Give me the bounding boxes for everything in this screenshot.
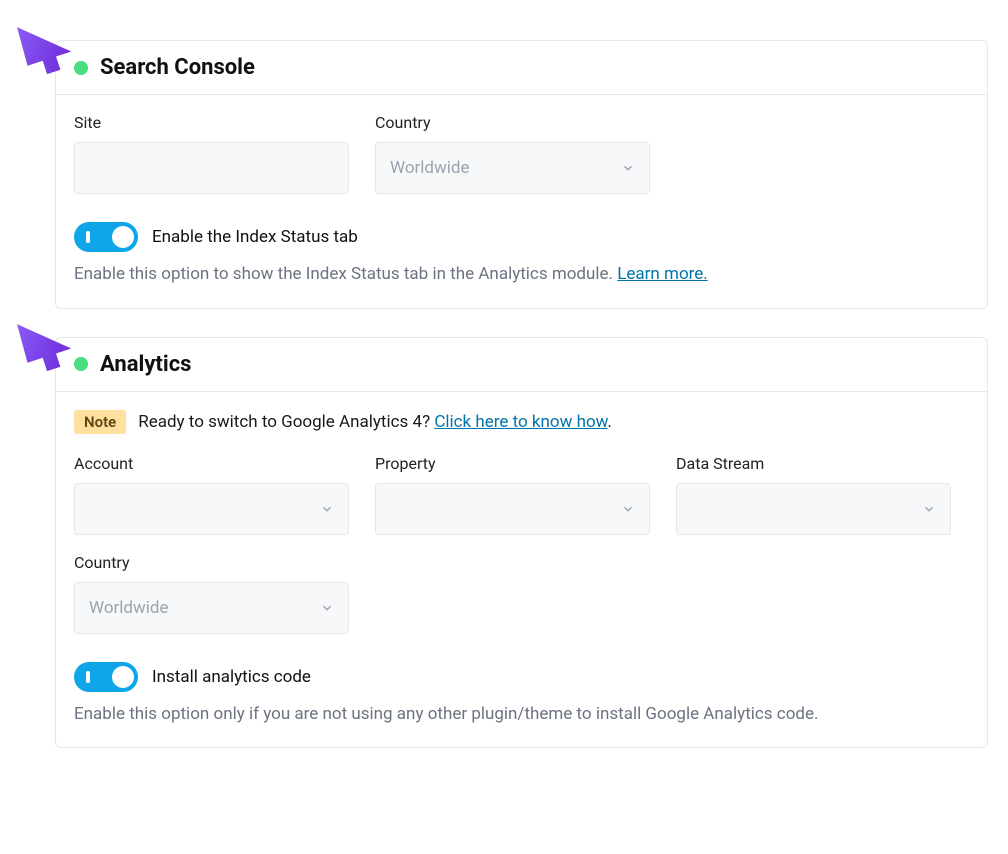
note-badge: Note	[74, 410, 126, 434]
data-stream-select[interactable]	[676, 483, 951, 535]
search-console-panel: Search Console Site Country Worldwide	[55, 40, 988, 309]
site-field-group: Site	[74, 113, 349, 194]
search-console-header: Search Console	[56, 41, 987, 95]
search-console-title: Search Console	[100, 55, 255, 80]
chevron-down-icon	[621, 502, 635, 516]
note-period: .	[607, 412, 611, 432]
analytics-body: Note Ready to switch to Google Analytics…	[56, 392, 987, 748]
data-stream-label: Data Stream	[676, 454, 951, 473]
chevron-down-icon	[621, 161, 635, 175]
chevron-down-icon	[320, 502, 334, 516]
install-code-help-text: Enable this option only if you are not u…	[74, 702, 969, 728]
property-field-group: Property	[375, 454, 650, 535]
chevron-down-icon	[320, 601, 334, 615]
an-country-field-group: Country Worldwide	[74, 553, 349, 634]
search-console-body: Site Country Worldwide Enable	[56, 95, 987, 308]
account-field-group: Account	[74, 454, 349, 535]
note-text-wrapper: Ready to switch to Google Analytics 4? C…	[138, 412, 612, 432]
index-status-toggle-label: Enable the Index Status tab	[152, 227, 358, 247]
site-select[interactable]	[74, 142, 349, 194]
index-status-help-text: Enable this option to show the Index Sta…	[74, 262, 969, 288]
analytics-header: Analytics	[56, 338, 987, 392]
index-status-help-prefix: Enable this option to show the Index Sta…	[74, 264, 617, 284]
index-status-toggle-row: Enable the Index Status tab	[74, 222, 969, 252]
an-country-select-value: Worldwide	[89, 598, 169, 618]
an-country-label: Country	[74, 553, 349, 572]
install-code-toggle-label: Install analytics code	[152, 667, 311, 687]
chevron-down-icon	[922, 502, 936, 516]
note-row: Note Ready to switch to Google Analytics…	[74, 410, 969, 434]
sc-country-select[interactable]: Worldwide	[375, 142, 650, 194]
account-label: Account	[74, 454, 349, 473]
learn-more-link[interactable]: Learn more.	[617, 264, 708, 284]
analytics-title: Analytics	[100, 352, 191, 377]
property-label: Property	[375, 454, 650, 473]
analytics-form-row-2: Country Worldwide	[74, 553, 969, 634]
status-dot-icon	[74, 61, 88, 75]
sc-country-label: Country	[375, 113, 650, 132]
index-status-toggle[interactable]	[74, 222, 138, 252]
note-text: Ready to switch to Google Analytics 4?	[138, 412, 434, 432]
install-code-toggle-row: Install analytics code	[74, 662, 969, 692]
install-code-toggle[interactable]	[74, 662, 138, 692]
analytics-panel: Analytics Note Ready to switch to Google…	[55, 337, 988, 749]
sc-country-select-value: Worldwide	[390, 158, 470, 178]
search-console-form-row: Site Country Worldwide	[74, 113, 969, 194]
status-dot-icon	[74, 357, 88, 371]
analytics-form-row-1: Account Property Data Stream	[74, 454, 969, 535]
data-stream-field-group: Data Stream	[676, 454, 951, 535]
sc-country-field-group: Country Worldwide	[375, 113, 650, 194]
account-select[interactable]	[74, 483, 349, 535]
an-country-select[interactable]: Worldwide	[74, 582, 349, 634]
property-select[interactable]	[375, 483, 650, 535]
site-label: Site	[74, 113, 349, 132]
ga4-link[interactable]: Click here to know how	[434, 412, 607, 432]
